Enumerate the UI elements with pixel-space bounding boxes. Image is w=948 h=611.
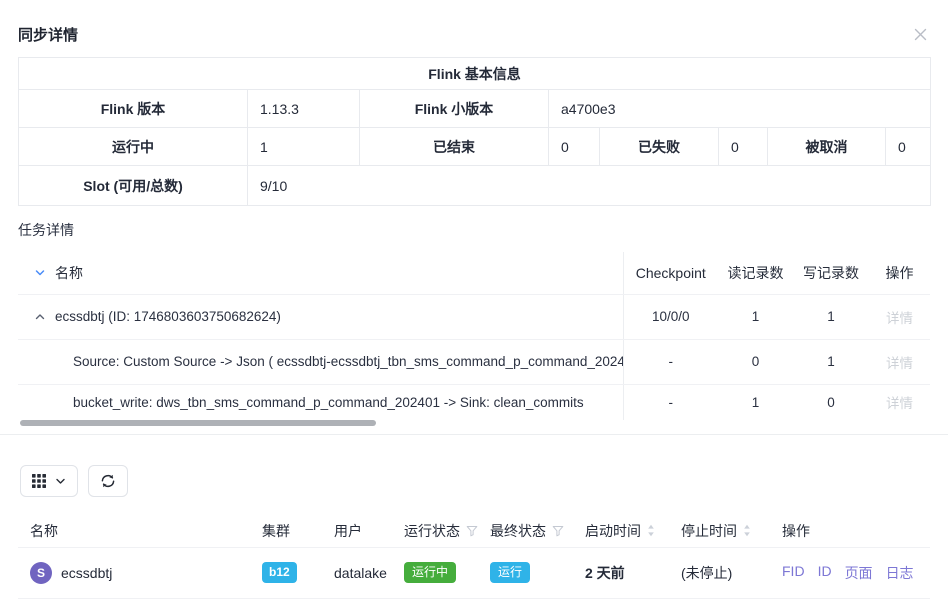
task-checkpoint: - [623, 339, 718, 384]
task-name: Source: Custom Source -> Json ( ecssdbtj… [18, 339, 623, 384]
filter-funnel-icon[interactable] [552, 525, 564, 537]
page-link[interactable]: 页面 [845, 563, 873, 583]
drawer-header: 同步详情 [0, 0, 948, 50]
running-value: 1 [248, 128, 360, 166]
finished-label: 已结束 [360, 128, 549, 166]
jobs-col-action: 操作 [770, 515, 930, 547]
task-write-count: 1 [793, 339, 869, 384]
avatar: S [30, 562, 52, 584]
task-header-row: 名称 Checkpoint 读记录数 写记录数 操作 [18, 252, 930, 294]
task-col-name: 名称 [55, 263, 83, 283]
task-detail-link[interactable]: 详情 [886, 311, 913, 326]
task-write-count: 1 [793, 294, 869, 339]
close-icon [913, 27, 928, 42]
job-row: S ecssdbtj b12 datalake 运行中 运行 2 天前 (未停止… [18, 547, 930, 598]
slot-label: Slot (可用/总数) [19, 166, 248, 206]
close-button[interactable] [911, 25, 930, 44]
job-user: datalake [322, 547, 392, 598]
finished-value: 0 [549, 128, 600, 166]
task-detail-link[interactable]: 详情 [886, 356, 913, 371]
job-start-time: 2 天前 [573, 547, 669, 598]
refresh-icon [100, 473, 116, 489]
task-table: 名称 Checkpoint 读记录数 写记录数 操作 [18, 252, 930, 420]
flink-minor-version-label: Flink 小版本 [360, 90, 549, 128]
task-checkpoint: 10/0/0 [623, 294, 718, 339]
jobs-header-row: 名称 集群 用户 运行状态 最终状态 [18, 515, 930, 547]
chevron-down-icon [55, 476, 66, 487]
task-section-title: 任务详情 [18, 220, 930, 240]
section-divider [0, 434, 948, 435]
task-col-write: 写记录数 [793, 252, 869, 294]
task-col-action: 操作 [869, 252, 930, 294]
jobs-col-cluster: 集群 [250, 515, 322, 547]
task-write-count: 0 [793, 384, 869, 420]
flink-minor-version-value: a4700e3 [549, 90, 931, 128]
jobs-col-start-time: 启动时间 [585, 521, 641, 541]
horizontal-scrollbar-thumb[interactable] [20, 420, 376, 426]
collapse-all-chevron-down-icon[interactable] [34, 267, 46, 279]
page-title: 同步详情 [18, 24, 78, 45]
task-read-count: 0 [718, 339, 793, 384]
flink-version-value: 1.13.3 [248, 90, 360, 128]
task-table-wrap: 名称 Checkpoint 读记录数 写记录数 操作 [18, 252, 930, 420]
log-link[interactable]: 日志 [886, 563, 914, 583]
cluster-badge: b12 [262, 562, 297, 583]
fid-link[interactable]: FID [782, 563, 805, 583]
slot-value: 9/10 [248, 166, 931, 206]
flink-info-table: Flink 基本信息 Flink 版本 1.13.3 Flink 小版本 a47… [18, 57, 931, 206]
jobs-col-name: 名称 [18, 515, 250, 547]
collapse-row-chevron-up-icon[interactable] [34, 311, 46, 323]
id-link[interactable]: ID [818, 563, 832, 583]
task-row-parent: ecssdbtj (ID: 1746803603750682624) 10/0/… [18, 294, 930, 339]
flink-info-title: Flink 基本信息 [19, 58, 931, 90]
sorter-icon[interactable] [743, 524, 751, 537]
job-stop-time: (未停止) [669, 547, 770, 598]
running-label: 运行中 [19, 128, 248, 166]
canceled-value: 0 [886, 128, 931, 166]
filter-funnel-icon[interactable] [466, 525, 478, 537]
task-detail-link[interactable]: 详情 [886, 396, 913, 411]
jobs-toolbar [20, 465, 948, 497]
refresh-button[interactable] [88, 465, 128, 497]
canceled-label: 被取消 [768, 128, 886, 166]
task-read-count: 1 [718, 294, 793, 339]
sorter-icon[interactable] [647, 524, 655, 537]
jobs-table: 名称 集群 用户 运行状态 最终状态 [18, 515, 930, 599]
final-status-badge: 运行 [490, 562, 530, 583]
failed-value: 0 [719, 128, 768, 166]
task-col-checkpoint: Checkpoint [623, 252, 718, 294]
job-name: ecssdbtj [61, 565, 112, 581]
column-settings-button[interactable] [20, 465, 78, 497]
grid-icon [32, 474, 46, 488]
task-col-read: 读记录数 [718, 252, 793, 294]
jobs-col-user: 用户 [322, 515, 392, 547]
jobs-col-final-status: 最终状态 [490, 521, 546, 541]
jobs-col-stop-time: 停止时间 [681, 521, 737, 541]
failed-label: 已失败 [600, 128, 719, 166]
task-checkpoint: - [623, 384, 718, 420]
task-row-source: Source: Custom Source -> Json ( ecssdbtj… [18, 339, 930, 384]
task-row-sink: bucket_write: dws_tbn_sms_command_p_comm… [18, 384, 930, 420]
task-read-count: 1 [718, 384, 793, 420]
task-name: bucket_write: dws_tbn_sms_command_p_comm… [18, 384, 623, 420]
jobs-col-run-status: 运行状态 [404, 521, 460, 541]
run-status-badge: 运行中 [404, 562, 456, 583]
task-name: ecssdbtj (ID: 1746803603750682624) [55, 309, 281, 324]
sync-detail-drawer: 同步详情 Flink 基本信息 Flink 版本 1.13.3 Flink 小版… [0, 0, 948, 611]
flink-version-label: Flink 版本 [19, 90, 248, 128]
